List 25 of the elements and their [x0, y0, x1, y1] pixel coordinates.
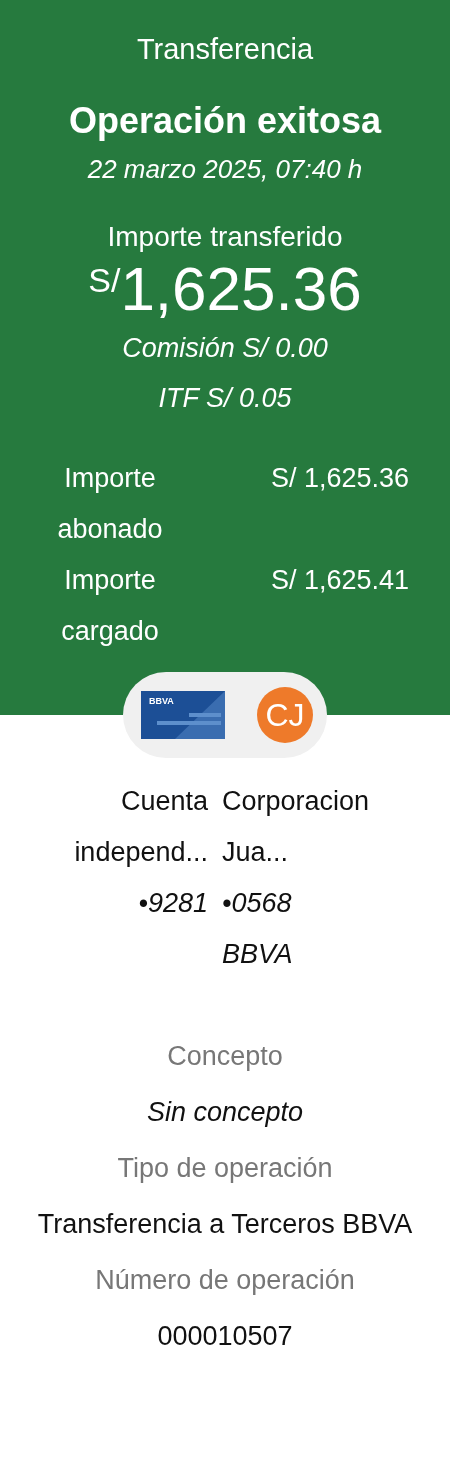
fee-text: Comisión S/ 0.00: [121, 332, 329, 366]
screen-title: Transferencia: [135, 32, 315, 67]
origin-account-number: •9281: [137, 887, 208, 921]
detail-value: 000010507: [156, 1320, 294, 1354]
origin-account-name: Cuenta independ...: [73, 785, 208, 870]
detail-value: Transferencia a Terceros BBVA: [36, 1208, 414, 1242]
detail-value: Sin concepto: [145, 1096, 305, 1130]
currency-symbol: S/: [88, 261, 121, 300]
destination-bank: BBVA: [222, 938, 294, 972]
detail-label: Concepto: [166, 1040, 284, 1074]
destination-account-number: •0568: [222, 887, 293, 921]
detail-label: Tipo de operación: [116, 1152, 334, 1186]
summary-label: Importe cargado: [60, 564, 160, 649]
summary-value: S/ 1,625.36: [269, 462, 411, 496]
avatar-initials: CJ: [257, 687, 313, 744]
amount-label: Importe transferido: [106, 221, 344, 253]
detail-label: Número de operación: [94, 1264, 356, 1298]
status-heading: Operación exitosa: [67, 98, 383, 142]
destination-account-name: Corporacion Jua...: [222, 785, 371, 870]
summary-label: Importe abonado: [56, 462, 164, 547]
fee-text: ITF S/ 0.05: [157, 382, 293, 416]
date-time: 22 marzo 2025, 07:40 h: [86, 154, 364, 185]
amount-value: 1,625.36: [120, 255, 362, 324]
summary-value: S/ 1,625.41: [269, 564, 411, 598]
bank-card-icon: BBVA: [141, 691, 225, 740]
